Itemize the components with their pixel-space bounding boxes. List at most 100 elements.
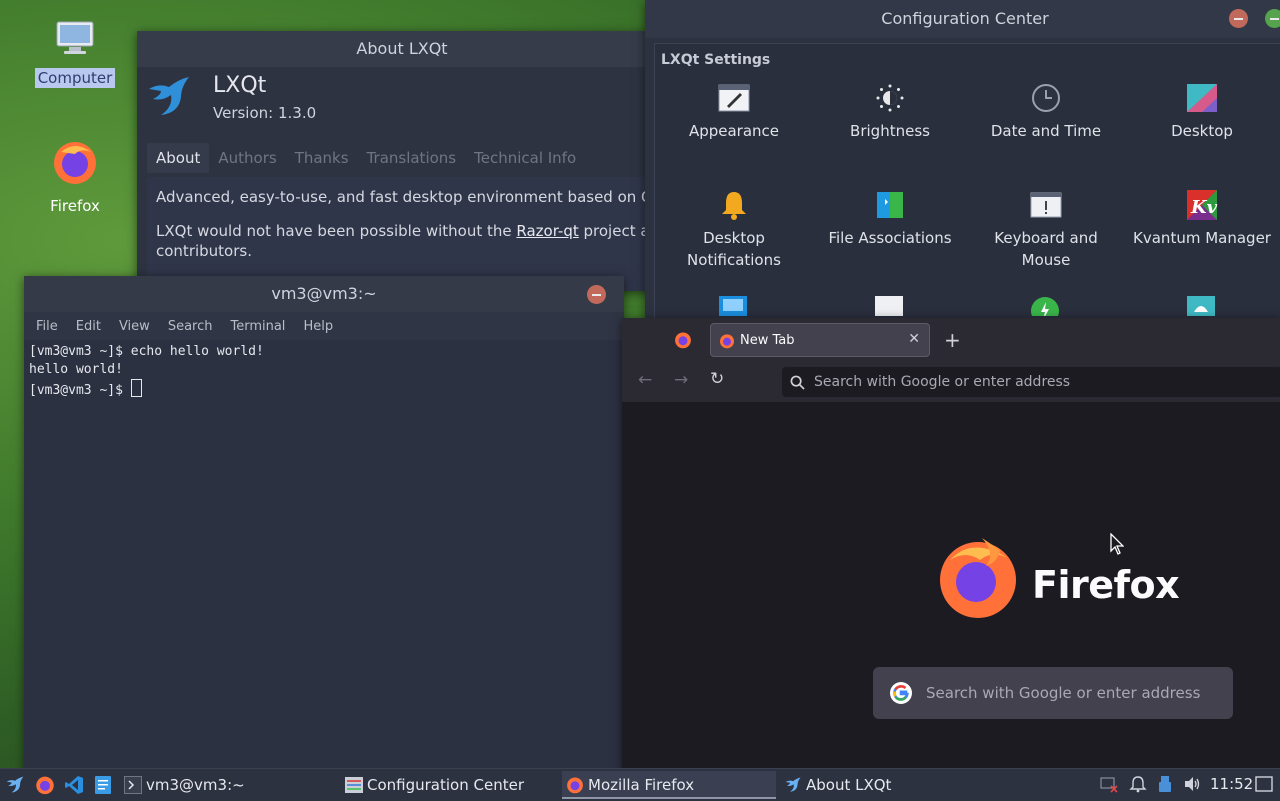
tab-thanks[interactable]: Thanks xyxy=(286,143,358,173)
bell-icon xyxy=(722,192,746,220)
window-title[interactable]: Configuration Center xyxy=(645,0,1280,38)
firefox-wordmark: Firefox xyxy=(1032,563,1180,607)
lxqt-menu-icon[interactable] xyxy=(5,775,25,795)
computer-icon xyxy=(56,21,94,54)
keyboard-icon xyxy=(1030,192,1062,218)
file-associations-icon xyxy=(877,192,903,218)
clock[interactable]: 11:52 xyxy=(1210,775,1253,793)
settings-item-file-associations[interactable]: File Associations xyxy=(815,189,965,249)
menu-search[interactable]: Search xyxy=(162,312,219,340)
settings-item-kvantum-manager[interactable]: Kv Kvantum Manager xyxy=(1127,189,1277,249)
taskbar-item-label: vm3@vm3:~ xyxy=(146,776,245,794)
menu-edit[interactable]: Edit xyxy=(70,312,107,340)
volume-icon[interactable] xyxy=(1183,775,1201,793)
clock-icon xyxy=(1032,84,1060,112)
menu-file[interactable]: File xyxy=(30,312,64,340)
tab-authors[interactable]: Authors xyxy=(209,143,285,173)
search-placeholder: Search with Google or enter address xyxy=(926,684,1201,702)
lxqt-logo-icon xyxy=(149,77,189,115)
tab-bar: New Tab ✕ + xyxy=(622,318,1280,362)
settings-item-date-and-time[interactable]: Date and Time xyxy=(971,82,1121,142)
window-title[interactable]: vm3@vm3:~ xyxy=(24,276,624,312)
window-icon xyxy=(875,296,903,316)
taskbar-item-label: Mozilla Firefox xyxy=(588,776,695,794)
terminal-output[interactable]: [vm3@vm3 ~]$ echo hello world! hello worl… xyxy=(24,340,624,776)
back-arrow-icon[interactable]: ← xyxy=(638,370,652,390)
new-tab-page: Firefox Search with Google or enter addr… xyxy=(622,403,1280,772)
kvantum-icon: Kv xyxy=(1187,190,1218,220)
taskbar-item-configuration-center[interactable]: Configuration Center xyxy=(341,771,553,799)
lxqt-icon xyxy=(785,777,801,792)
power-icon xyxy=(1031,297,1059,316)
firefox-window: New Tab ✕ + ← → ↻ Search with Google or … xyxy=(622,318,1280,772)
tab-about[interactable]: About xyxy=(147,143,210,173)
settings-item-brightness[interactable]: Brightness xyxy=(815,82,965,142)
new-tab-search-box[interactable]: Search with Google or enter address xyxy=(873,667,1233,719)
brightness-icon xyxy=(876,84,904,112)
about-tabs: About Authors Thanks Translations Techni… xyxy=(147,143,585,173)
desktop-icon-firefox[interactable]: Firefox xyxy=(30,138,120,216)
reload-icon[interactable]: ↻ xyxy=(710,369,724,389)
configuration-center-window: Configuration Center LXQt Settings Appea… xyxy=(645,0,1280,330)
settings-item-label: Date and Time xyxy=(990,122,1102,140)
settings-item-desktop-notifications[interactable]: Desktop Notifications xyxy=(659,189,809,271)
forward-arrow-icon[interactable]: → xyxy=(674,370,688,390)
terminal-prompt: [vm3@vm3 ~]$ xyxy=(29,383,131,398)
terminal-window: vm3@vm3:~ File Edit View Search Terminal… xyxy=(24,276,624,776)
show-desktop-icon[interactable] xyxy=(1255,775,1273,793)
close-tab-icon[interactable]: ✕ xyxy=(908,331,920,347)
address-bar[interactable]: Search with Google or enter address xyxy=(782,367,1280,397)
navigation-toolbar: ← → ↻ Search with Google or enter addres… xyxy=(622,362,1280,403)
settings-item-appearance[interactable]: Appearance xyxy=(659,82,809,142)
terminal-line: hello world! xyxy=(29,362,123,377)
tab-technical-info[interactable]: Technical Info xyxy=(465,143,585,173)
minimize-button[interactable] xyxy=(587,285,606,304)
razor-prefix: LXQt would not have been possible withou… xyxy=(156,222,517,240)
vscode-icon[interactable] xyxy=(64,775,84,795)
terminal-line: [vm3@vm3 ~]$ echo hello world! xyxy=(29,344,264,359)
settings-item-keyboard-and-mouse[interactable]: Keyboard and Mouse xyxy=(971,189,1121,271)
configuration-center-icon xyxy=(345,777,363,793)
menu-help[interactable]: Help xyxy=(297,312,339,340)
firefox-launcher-icon[interactable] xyxy=(35,775,55,795)
google-icon xyxy=(890,682,912,704)
file-manager-icon[interactable] xyxy=(94,775,112,795)
menu-view[interactable]: View xyxy=(113,312,156,340)
app-version: Version: 1.3.0 xyxy=(213,104,317,122)
notification-bell-icon[interactable] xyxy=(1129,775,1147,793)
firefox-tab-icon xyxy=(720,334,734,349)
taskbar-item-label: About LXQt xyxy=(806,776,892,794)
tab-translations[interactable]: Translations xyxy=(358,143,466,173)
app-name: LXQt xyxy=(213,73,267,98)
about-description: Advanced, easy-to-use, and fast desktop … xyxy=(156,188,667,206)
new-tab-button[interactable]: + xyxy=(944,328,961,352)
settings-item-label: Brightness xyxy=(850,122,930,140)
settings-panel: LXQt Settings Appearance Brightness Date… xyxy=(654,43,1280,330)
terminal-icon xyxy=(124,776,142,794)
firefox-view-icon[interactable] xyxy=(674,331,692,349)
network-disconnected-icon[interactable] xyxy=(1100,775,1118,793)
taskbar-item-about-lxqt[interactable]: About LXQt xyxy=(780,771,992,799)
usb-device-icon[interactable] xyxy=(1156,775,1174,793)
taskbar-item-terminal[interactable]: vm3@vm3:~ xyxy=(120,771,332,799)
settings-item-label: Kvantum Manager xyxy=(1133,229,1271,247)
tab-new-tab[interactable]: New Tab ✕ xyxy=(710,323,930,357)
razor-qt-link[interactable]: Razor-qt xyxy=(516,222,578,240)
maximize-button[interactable] xyxy=(1265,9,1280,28)
about-content: Advanced, easy-to-use, and fast desktop … xyxy=(147,177,667,291)
svg-text:Kv: Kv xyxy=(1190,197,1218,218)
menu-terminal[interactable]: Terminal xyxy=(224,312,291,340)
address-bar-placeholder: Search with Google or enter address xyxy=(814,374,1071,390)
settings-item-label: Appearance xyxy=(688,122,780,140)
settings-item-desktop[interactable]: Desktop xyxy=(1127,82,1277,142)
minimize-button[interactable] xyxy=(1229,9,1248,28)
taskbar-item-firefox[interactable]: Mozilla Firefox xyxy=(562,771,776,799)
firefox-logo-icon xyxy=(940,538,1016,618)
firefox-icon xyxy=(54,142,96,184)
appearance-icon xyxy=(718,84,750,112)
taskbar-item-label: Configuration Center xyxy=(367,776,524,794)
window-title[interactable]: About LXQt xyxy=(137,31,667,67)
desktop-icon-computer[interactable]: Computer xyxy=(30,18,120,88)
section-heading: LXQt Settings xyxy=(661,52,771,68)
desktop-icon-label: Computer xyxy=(34,68,116,88)
